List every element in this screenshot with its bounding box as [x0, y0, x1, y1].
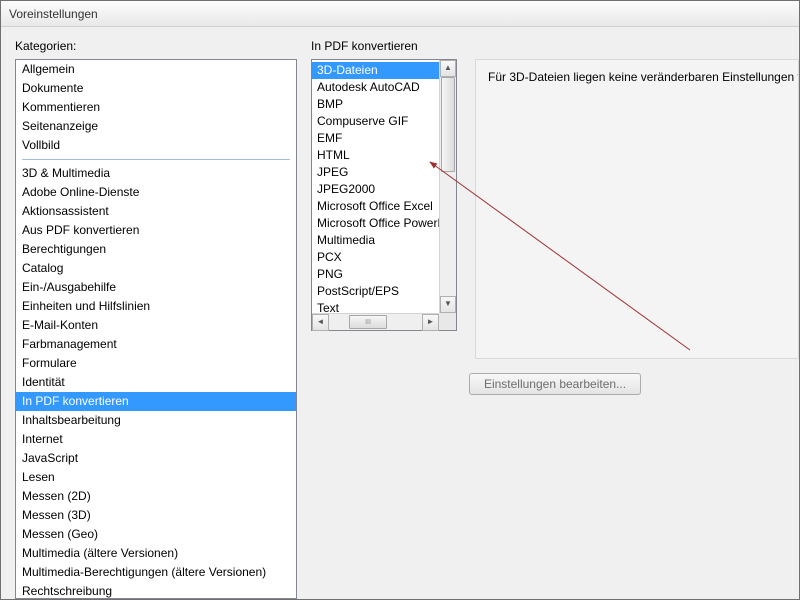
scroll-left-button[interactable]: ◄: [312, 314, 329, 331]
filetype-listbox[interactable]: 3D-DateienAutodesk AutoCADBMPCompuserve …: [311, 59, 457, 331]
filetype-item[interactable]: PNG: [312, 266, 439, 283]
filetype-item[interactable]: Compuserve GIF: [312, 113, 439, 130]
scroll-up-button[interactable]: ▲: [440, 60, 456, 77]
filetype-item[interactable]: JPEG2000: [312, 181, 439, 198]
scroll-track-vertical[interactable]: [440, 77, 456, 296]
category-item[interactable]: In PDF konvertieren: [16, 392, 296, 411]
category-item[interactable]: Dokumente: [16, 79, 296, 98]
category-item[interactable]: Aus PDF konvertieren: [16, 221, 296, 240]
vertical-scrollbar[interactable]: ▲ ▼: [439, 60, 456, 313]
categories-label: Kategorien:: [15, 39, 297, 53]
filetype-item[interactable]: PostScript/EPS: [312, 283, 439, 300]
category-item[interactable]: E-Mail-Konten: [16, 316, 296, 335]
category-item[interactable]: Allgemein: [16, 60, 296, 79]
filetype-item[interactable]: BMP: [312, 96, 439, 113]
filetype-item[interactable]: HTML: [312, 147, 439, 164]
filetype-items: 3D-DateienAutodesk AutoCADBMPCompuserve …: [312, 60, 439, 313]
category-item[interactable]: Multimedia (ältere Versionen): [16, 544, 296, 563]
category-item[interactable]: JavaScript: [16, 449, 296, 468]
category-item[interactable]: Rechtschreibung: [16, 582, 296, 599]
scroll-down-button[interactable]: ▼: [440, 296, 456, 313]
convert-label: In PDF konvertieren: [311, 39, 799, 53]
filetype-item[interactable]: 3D-Dateien: [312, 62, 439, 79]
category-item[interactable]: Messen (3D): [16, 506, 296, 525]
category-item[interactable]: Berechtigungen: [16, 240, 296, 259]
category-item[interactable]: 3D & Multimedia: [16, 164, 296, 183]
horizontal-scrollbar[interactable]: ◄ III ►: [312, 313, 439, 330]
settings-row: 3D-DateienAutodesk AutoCADBMPCompuserve …: [311, 59, 799, 359]
filetype-item[interactable]: PCX: [312, 249, 439, 266]
titlebar: Voreinstellungen: [1, 1, 799, 27]
filetype-item[interactable]: Microsoft Office Excel: [312, 198, 439, 215]
scroll-thumb-horizontal[interactable]: III: [349, 315, 387, 329]
scroll-corner: [439, 313, 456, 330]
category-item[interactable]: Seitenanzeige: [16, 117, 296, 136]
scroll-right-button[interactable]: ►: [422, 314, 439, 331]
category-item[interactable]: Einheiten und Hilfslinien: [16, 297, 296, 316]
category-item[interactable]: Formulare: [16, 354, 296, 373]
category-item[interactable]: Adobe Online-Dienste: [16, 183, 296, 202]
filetype-item[interactable]: EMF: [312, 130, 439, 147]
category-item[interactable]: Ein-/Ausgabehilfe: [16, 278, 296, 297]
categories-listbox[interactable]: AllgemeinDokumenteKommentierenSeitenanze…: [15, 59, 297, 599]
filetype-item[interactable]: Microsoft Office PowerPoint: [312, 215, 439, 232]
category-item[interactable]: Messen (Geo): [16, 525, 296, 544]
scroll-track-horizontal[interactable]: III: [329, 314, 422, 330]
category-item[interactable]: Aktionsassistent: [16, 202, 296, 221]
category-item[interactable]: Catalog: [16, 259, 296, 278]
window-title: Voreinstellungen: [9, 7, 98, 21]
preferences-dialog: Voreinstellungen Kategorien: AllgemeinDo…: [0, 0, 800, 600]
filetype-item[interactable]: Multimedia: [312, 232, 439, 249]
category-item[interactable]: Kommentieren: [16, 98, 296, 117]
filetype-item[interactable]: Autodesk AutoCAD: [312, 79, 439, 96]
scroll-thumb-vertical[interactable]: [441, 77, 455, 172]
dialog-content: Kategorien: AllgemeinDokumenteKommentier…: [1, 27, 799, 599]
category-item[interactable]: Multimedia-Berechtigungen (ältere Versio…: [16, 563, 296, 582]
category-item[interactable]: Messen (2D): [16, 487, 296, 506]
filetype-wrap: 3D-DateienAutodesk AutoCADBMPCompuserve …: [311, 59, 457, 331]
filetype-item[interactable]: Text: [312, 300, 439, 313]
settings-message: Für 3D-Dateien liegen keine veränderbare…: [488, 70, 786, 84]
filetype-item[interactable]: JPEG: [312, 164, 439, 181]
category-item[interactable]: Vollbild: [16, 136, 296, 155]
category-item[interactable]: Lesen: [16, 468, 296, 487]
category-separator: [22, 159, 290, 160]
category-item[interactable]: Internet: [16, 430, 296, 449]
categories-pane: Kategorien: AllgemeinDokumenteKommentier…: [15, 39, 297, 599]
category-item[interactable]: Identität: [16, 373, 296, 392]
filetype-settings-panel: Für 3D-Dateien liegen keine veränderbare…: [475, 59, 799, 359]
settings-pane: In PDF konvertieren 3D-DateienAutodesk A…: [311, 39, 799, 599]
category-item[interactable]: Inhaltsbearbeitung: [16, 411, 296, 430]
edit-settings-button[interactable]: Einstellungen bearbeiten...: [469, 373, 641, 395]
category-item[interactable]: Farbmanagement: [16, 335, 296, 354]
